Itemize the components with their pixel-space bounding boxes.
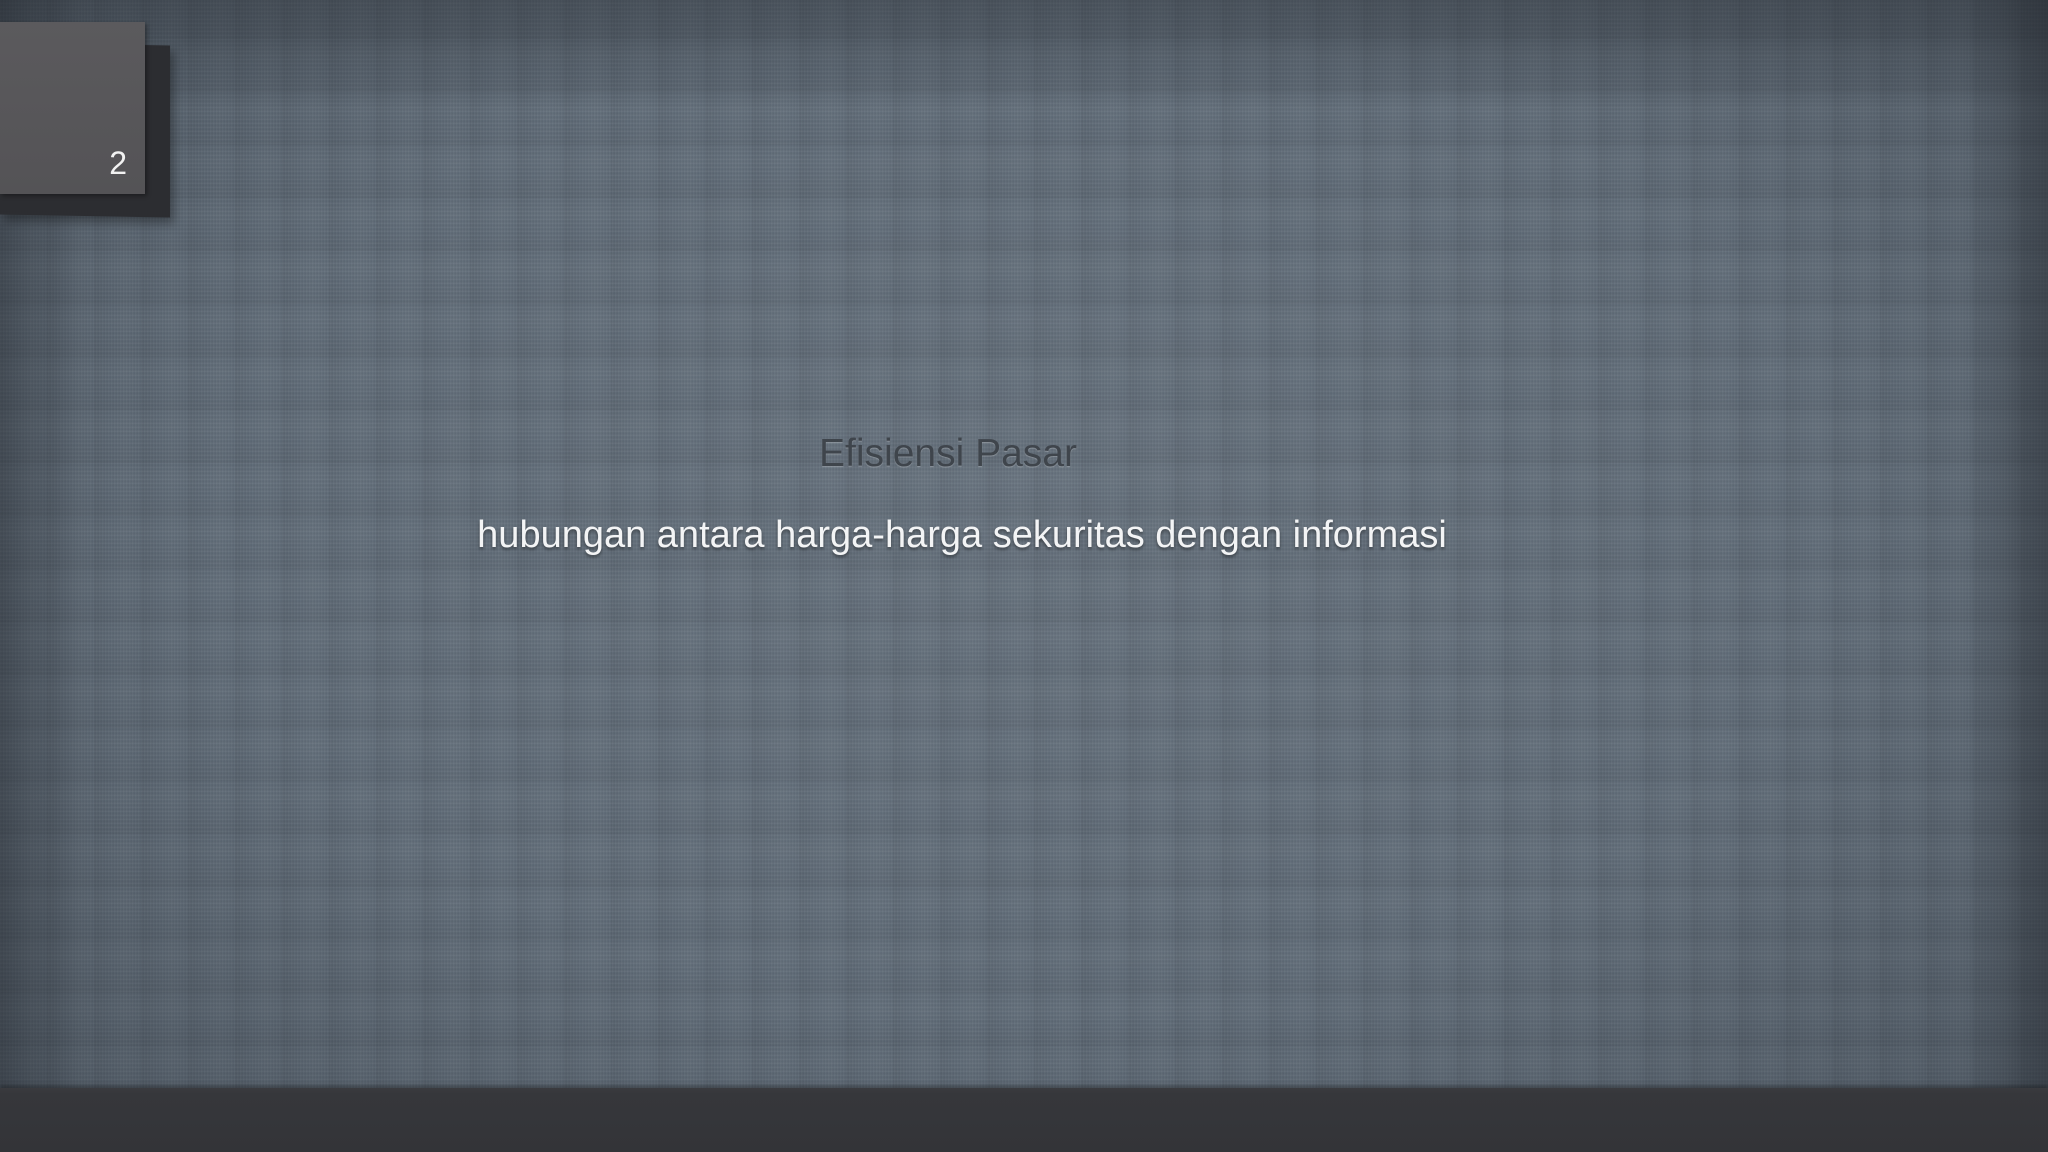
presentation-slide: 2 Efisiensi Pasar hubungan antara harga-… [0,0,2048,1152]
slide-title: Efisiensi Pasar [819,432,1077,475]
footer-bar [0,1088,2048,1152]
slide-number: 2 [109,145,127,181]
background-vignette [0,0,2048,1152]
slide-subtitle: hubungan antara harga-harga sekuritas de… [477,514,1447,556]
slide-number-card: 2 [0,22,145,194]
